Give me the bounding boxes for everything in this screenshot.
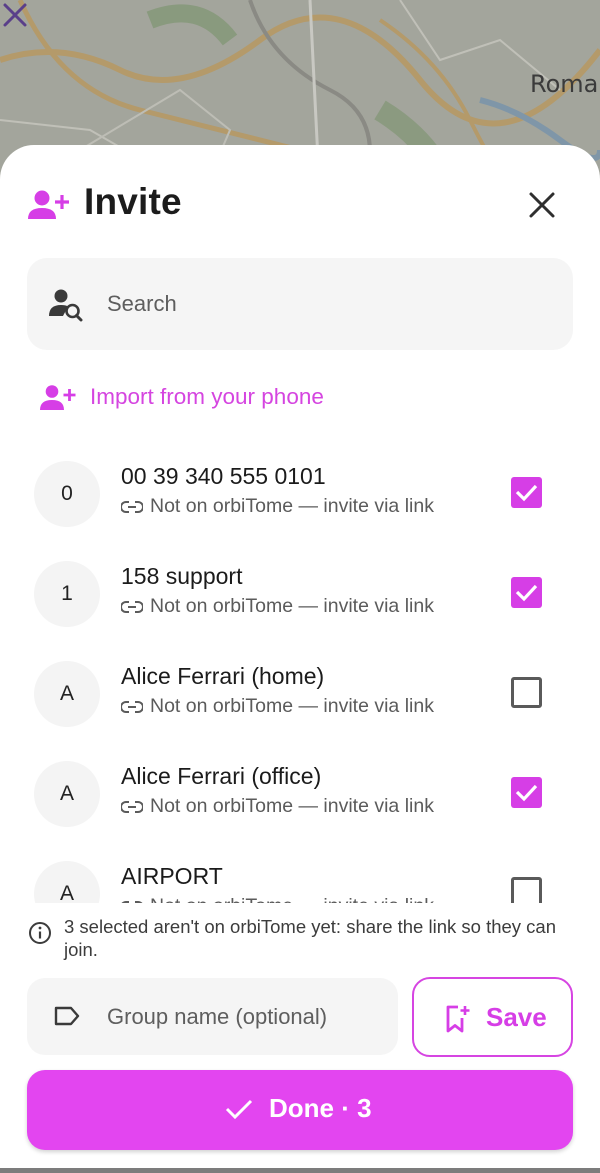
link-icon [121, 600, 143, 613]
check-icon [515, 584, 538, 602]
contact-row[interactable]: 0 00 39 340 555 0101 Not on orbiTome — i… [0, 437, 600, 537]
contact-row[interactable]: A Alice Ferrari (office) Not on orbiTome… [0, 737, 600, 837]
contact-status: Not on orbiTome — invite via link [121, 895, 434, 903]
avatar: A [34, 761, 100, 827]
sheet-header: Invite [28, 181, 572, 227]
import-label: Import from your phone [90, 384, 324, 409]
contact-checkbox-checked[interactable] [511, 477, 542, 508]
label-icon [54, 1006, 80, 1026]
avatar: 1 [34, 561, 100, 627]
avatar: A [34, 861, 100, 903]
avatar: 0 [34, 461, 100, 527]
contact-status: Not on orbiTome — invite via link [121, 495, 434, 518]
contact-name: 00 39 340 555 0101 [121, 463, 326, 489]
selection-notice: 3 selected aren't on orbiTome yet: share… [28, 915, 573, 965]
contact-status: Not on orbiTome — invite via link [121, 695, 434, 718]
link-icon [121, 700, 143, 713]
contact-row[interactable]: A AIRPORT Not on orbiTome — invite via l… [0, 837, 600, 903]
invite-sheet: Invite Import from your phone 0 00 39 34… [0, 145, 600, 1173]
group-name-input[interactable] [107, 997, 387, 1037]
notice-text: 3 selected aren't on orbiTome yet: share… [64, 916, 557, 960]
done-button[interactable]: Done · 3 [27, 1070, 573, 1150]
save-button[interactable]: Save [412, 977, 573, 1057]
person-add-icon [40, 385, 76, 410]
map-close-icon[interactable] [0, 0, 30, 30]
contact-checkbox-unchecked[interactable] [511, 677, 542, 708]
save-label: Save [486, 1002, 547, 1032]
close-icon[interactable] [524, 187, 560, 223]
contact-row[interactable]: 1 158 support Not on orbiTome — invite v… [0, 537, 600, 637]
contact-checkbox-unchecked[interactable] [511, 877, 542, 903]
contact-row[interactable]: A Alice Ferrari (home) Not on orbiTome —… [0, 637, 600, 737]
done-label: Done · 3 [269, 1093, 372, 1123]
contact-status: Not on orbiTome — invite via link [121, 595, 434, 618]
check-icon [515, 484, 538, 502]
contact-name: AIRPORT [121, 863, 223, 889]
contact-name: Alice Ferrari (office) [121, 763, 322, 789]
person-search-icon [49, 289, 83, 322]
import-from-phone-button[interactable]: Import from your phone [40, 382, 440, 418]
contact-name: 158 support [121, 563, 243, 589]
avatar: A [34, 661, 100, 727]
search-input[interactable] [107, 284, 547, 324]
system-nav-bar [0, 1168, 600, 1173]
contact-checkbox-checked[interactable] [511, 777, 542, 808]
contact-checkbox-checked[interactable] [511, 577, 542, 608]
contact-list[interactable]: 0 00 39 340 555 0101 Not on orbiTome — i… [0, 437, 600, 903]
map-place-label: Roma [530, 70, 599, 98]
search-field[interactable] [27, 258, 573, 350]
info-icon [29, 922, 51, 944]
check-icon [225, 1099, 253, 1120]
contact-name: Alice Ferrari (home) [121, 663, 325, 689]
bookmark-add-icon [446, 1005, 470, 1033]
link-icon [121, 900, 143, 903]
page-title: Invite [84, 181, 182, 222]
check-icon [515, 784, 538, 802]
contact-status: Not on orbiTome — invite via link [121, 795, 434, 818]
link-icon [121, 800, 143, 813]
link-icon [121, 500, 143, 513]
group-name-field[interactable] [27, 978, 398, 1055]
person-add-icon [28, 190, 69, 219]
